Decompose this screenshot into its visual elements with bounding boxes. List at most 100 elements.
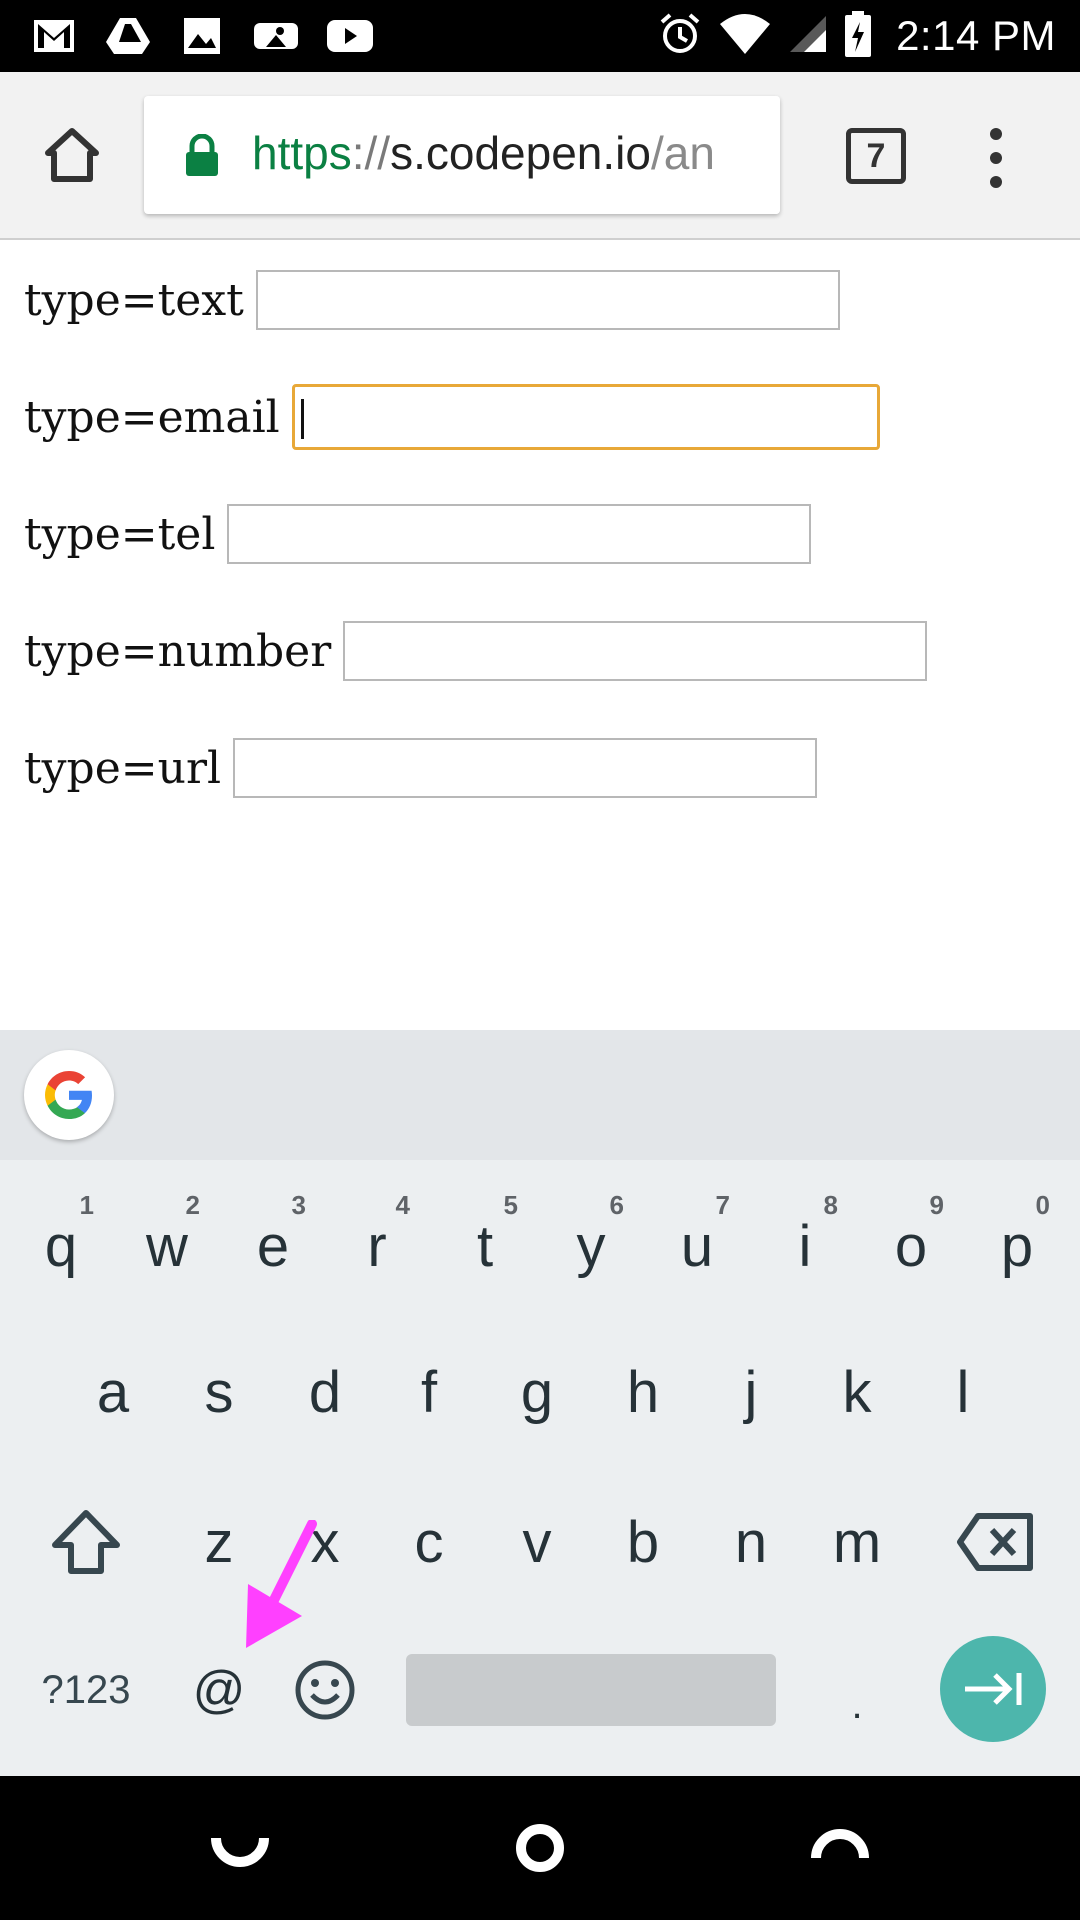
key-char: k bbox=[842, 1359, 872, 1425]
key-char: d bbox=[308, 1359, 342, 1425]
number-input[interactable] bbox=[343, 621, 928, 681]
key-char: e bbox=[256, 1213, 290, 1279]
text-caret bbox=[300, 399, 304, 439]
key-char: u bbox=[680, 1213, 714, 1279]
key-hint: 0 bbox=[1035, 1190, 1050, 1220]
key-char: y bbox=[576, 1213, 606, 1279]
key-char: b bbox=[626, 1509, 660, 1575]
overflow-menu-button[interactable] bbox=[978, 128, 1014, 188]
key-hint: 6 bbox=[609, 1190, 624, 1220]
key-i[interactable]: i8 bbox=[762, 1190, 848, 1302]
key-char: w bbox=[146, 1213, 188, 1279]
backspace-icon bbox=[957, 1513, 1033, 1571]
key-k[interactable]: k bbox=[814, 1336, 900, 1448]
key-hint: 9 bbox=[929, 1190, 944, 1220]
key-char: i bbox=[798, 1213, 812, 1279]
key-m[interactable]: m bbox=[814, 1486, 900, 1598]
key-char: @ bbox=[192, 1661, 246, 1719]
key-hint: 7 bbox=[715, 1190, 730, 1220]
url-scheme: https bbox=[252, 127, 352, 179]
google-search-button[interactable] bbox=[24, 1050, 114, 1140]
shift-key[interactable] bbox=[30, 1486, 142, 1598]
key-s[interactable]: s bbox=[176, 1336, 262, 1448]
form-row-text: type=text bbox=[24, 270, 840, 330]
field-label: type=text bbox=[24, 274, 244, 326]
tab-next-icon bbox=[965, 1673, 1022, 1705]
key-g[interactable]: g bbox=[494, 1336, 580, 1448]
field-label: type=number bbox=[24, 625, 332, 677]
back-icon[interactable] bbox=[208, 1816, 272, 1880]
form-row-email: type=email bbox=[24, 384, 880, 450]
key-h[interactable]: h bbox=[600, 1336, 686, 1448]
text-input[interactable] bbox=[255, 270, 840, 330]
backspace-key[interactable] bbox=[940, 1486, 1052, 1598]
key-char: r bbox=[367, 1213, 387, 1279]
battery-charging-icon bbox=[844, 10, 872, 63]
key-char: . bbox=[851, 1682, 863, 1727]
alarm-icon bbox=[658, 12, 702, 61]
key-hint: 4 bbox=[395, 1190, 410, 1220]
key-label: ?123 bbox=[41, 1667, 131, 1712]
key-a[interactable]: a bbox=[70, 1336, 156, 1448]
key-hint: 5 bbox=[503, 1190, 518, 1220]
email-input[interactable] bbox=[291, 384, 880, 450]
url-input[interactable] bbox=[233, 738, 818, 798]
key-q[interactable]: q1 bbox=[18, 1190, 104, 1302]
key-b[interactable]: b bbox=[600, 1486, 686, 1598]
key-d[interactable]: d bbox=[282, 1336, 368, 1448]
key-char: t bbox=[476, 1213, 494, 1279]
key-char: p bbox=[1000, 1213, 1034, 1279]
key-char: a bbox=[96, 1359, 130, 1425]
keyboard-suggestion-strip bbox=[0, 1030, 1080, 1160]
field-label: type=tel bbox=[24, 508, 216, 560]
recents-icon[interactable] bbox=[808, 1816, 872, 1880]
form-row-url: type=url bbox=[24, 738, 818, 798]
key-u[interactable]: u7 bbox=[654, 1190, 740, 1302]
emoji-icon bbox=[295, 1660, 355, 1720]
home-button[interactable] bbox=[36, 122, 108, 188]
key-hint: 3 bbox=[291, 1190, 306, 1220]
home-nav-icon[interactable] bbox=[508, 1816, 572, 1880]
form-row-tel: type=tel bbox=[24, 504, 812, 564]
key-char: m bbox=[832, 1509, 882, 1575]
key-l[interactable]: l bbox=[920, 1336, 1006, 1448]
key-p[interactable]: p0 bbox=[974, 1190, 1060, 1302]
signal-icon bbox=[788, 14, 828, 59]
key-hint: 1 bbox=[79, 1190, 94, 1220]
key-char: g bbox=[520, 1359, 554, 1425]
key-v[interactable]: v bbox=[494, 1486, 580, 1598]
key-char: l bbox=[956, 1359, 970, 1425]
key-n[interactable]: n bbox=[708, 1486, 794, 1598]
key-r[interactable]: r4 bbox=[334, 1190, 420, 1302]
key-y[interactable]: y6 bbox=[548, 1190, 634, 1302]
key-t[interactable]: t5 bbox=[442, 1190, 528, 1302]
gmail-icon bbox=[30, 12, 78, 60]
key-j[interactable]: j bbox=[708, 1336, 794, 1448]
form-row-number: type=number bbox=[24, 621, 928, 681]
menu-dot bbox=[990, 152, 1002, 164]
key-c[interactable]: c bbox=[386, 1486, 472, 1598]
period-key[interactable]: . bbox=[814, 1636, 900, 1744]
url-fade bbox=[740, 96, 780, 214]
key-e[interactable]: e3 bbox=[230, 1190, 316, 1302]
status-bar: 2:14 PM bbox=[0, 0, 1080, 72]
tel-input[interactable] bbox=[227, 504, 812, 564]
google-icon bbox=[45, 1071, 92, 1119]
key-char: s bbox=[204, 1359, 234, 1425]
symbols-key[interactable]: ?123 bbox=[24, 1636, 148, 1744]
address-bar[interactable]: https://s.codepen.io/an bbox=[144, 96, 780, 214]
url-text: https://s.codepen.io/an bbox=[252, 126, 715, 180]
browser-toolbar: https://s.codepen.io/an 7 bbox=[0, 72, 1080, 240]
next-field-button[interactable] bbox=[940, 1636, 1046, 1742]
key-char: q bbox=[44, 1213, 78, 1279]
tab-switcher-button[interactable]: 7 bbox=[846, 128, 906, 184]
lock-icon bbox=[184, 133, 220, 176]
key-w[interactable]: w2 bbox=[124, 1190, 210, 1302]
field-label: type=url bbox=[24, 742, 222, 794]
space-bar[interactable] bbox=[406, 1654, 776, 1726]
key-f[interactable]: f bbox=[386, 1336, 472, 1448]
drive-icon bbox=[104, 12, 152, 60]
key-o[interactable]: o9 bbox=[868, 1190, 954, 1302]
key-hint: 2 bbox=[185, 1190, 200, 1220]
key-char: h bbox=[626, 1359, 660, 1425]
